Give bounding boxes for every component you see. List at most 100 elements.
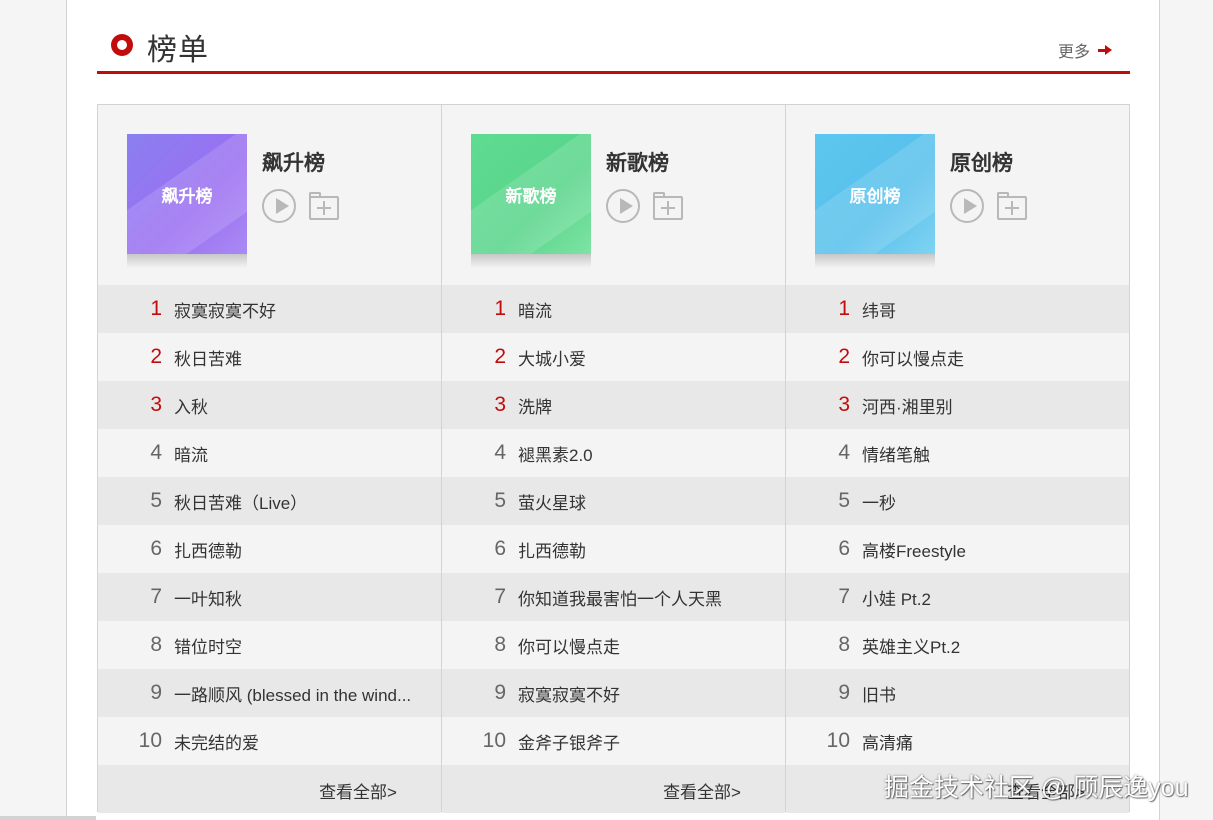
list-item[interactable]: 4 褪黑素2.0 [442,429,785,477]
song-title[interactable]: 你可以慢点走 [862,345,964,370]
rank-number: 2 [838,345,850,368]
board-title[interactable]: 原创榜 [950,147,1013,177]
list-item[interactable]: 7 一叶知秋 [98,573,441,621]
song-title[interactable]: 高楼Freestyle [862,537,966,562]
board-cover[interactable]: 飙升榜 [127,134,247,254]
rank-number: 7 [150,585,162,608]
list-item[interactable]: 7 你知道我最害怕一个人天黑 [442,573,785,621]
play-icon[interactable] [262,189,296,223]
song-title[interactable]: 洗牌 [518,393,552,418]
cover-shadow [815,254,935,268]
song-title[interactable]: 错位时空 [174,633,242,658]
rank-number: 9 [150,681,162,704]
song-title[interactable]: 一叶知秋 [174,585,242,610]
list-item[interactable]: 4 情绪笔触 [786,429,1129,477]
rank-number: 5 [494,489,506,512]
song-title[interactable]: 旧书 [862,681,896,706]
song-title[interactable]: 你可以慢点走 [518,633,620,658]
song-list: 1 暗流 2 大城小爱 3 洗牌 4 褪黑素2.0 5 萤火星球 6 扎西德勒 7 你知道我最… [442,285,785,765]
song-title[interactable]: 英雄主义Pt.2 [862,633,960,658]
song-title[interactable]: 大城小爱 [518,345,586,370]
list-item[interactable]: 8 错位时空 [98,621,441,669]
add-to-playlist-icon[interactable] [653,191,685,223]
board-title[interactable]: 新歌榜 [606,147,669,177]
song-title[interactable]: 萤火星球 [518,489,586,514]
song-title[interactable]: 纬哥 [862,297,896,322]
play-icon[interactable] [606,189,640,223]
list-item[interactable]: 7 小娃 Pt.2 [786,573,1129,621]
list-item[interactable]: 2 秋日苦难 [98,333,441,381]
cover-label: 飙升榜 [161,186,213,206]
list-item[interactable]: 10 金斧子银斧子 [442,717,785,765]
list-item[interactable]: 6 扎西德勒 [442,525,785,573]
song-title[interactable]: 情绪笔触 [862,441,930,466]
song-title[interactable]: 金斧子银斧子 [518,729,620,754]
list-item[interactable]: 3 河西·湘里别 [786,381,1129,429]
rank-number: 9 [838,681,850,704]
song-title[interactable]: 你知道我最害怕一个人天黑 [518,585,722,610]
list-item[interactable]: 9 旧书 [786,669,1129,717]
view-all-link[interactable]: 查看全部> [663,778,741,803]
song-list: 1 寂寞寂寞不好 2 秋日苦难 3 入秋 4 暗流 5 秋日苦难（Live） 6 扎西德勒 … [98,285,441,765]
list-item[interactable]: 5 一秒 [786,477,1129,525]
song-title[interactable]: 扎西德勒 [174,537,242,562]
song-title[interactable]: 暗流 [518,297,552,322]
list-item[interactable]: 9 一路顺风 (blessed in the wind... [98,669,441,717]
rank-number: 2 [494,345,506,368]
song-title[interactable]: 秋日苦难 [174,345,242,370]
view-all-bar: 查看全部> [442,765,785,813]
list-item[interactable]: 8 英雄主义Pt.2 [786,621,1129,669]
song-title[interactable]: 暗流 [174,441,208,466]
list-item[interactable]: 8 你可以慢点走 [442,621,785,669]
rank-number: 4 [150,441,162,464]
list-item[interactable]: 4 暗流 [98,429,441,477]
song-title[interactable]: 高清痛 [862,729,913,754]
cover-shadow [127,254,247,268]
rank-number: 6 [494,537,506,560]
song-title[interactable]: 小娃 Pt.2 [862,585,931,610]
list-item[interactable]: 6 扎西德勒 [98,525,441,573]
list-item[interactable]: 1 暗流 [442,285,785,333]
list-item[interactable]: 3 入秋 [98,381,441,429]
arrow-right-icon [1098,45,1112,55]
add-to-playlist-icon[interactable] [309,191,341,223]
list-item[interactable]: 6 高楼Freestyle [786,525,1129,573]
rank-number: 6 [150,537,162,560]
song-title[interactable]: 一路顺风 (blessed in the wind... [174,681,411,706]
list-item[interactable]: 10 高清痛 [786,717,1129,765]
board-title[interactable]: 飙升榜 [262,147,325,177]
board-cover[interactable]: 原创榜 [815,134,935,254]
scrollbar-track [0,816,96,820]
list-item[interactable]: 9 寂寞寂寞不好 [442,669,785,717]
board-soaring: 飙升榜 飙升榜 1 寂寞寂寞不好 2 秋日苦难 3 入秋 4 暗流 5 秋日苦难（Live… [98,105,442,813]
board-cover[interactable]: 新歌榜 [471,134,591,254]
more-link[interactable]: 更多 [1058,38,1112,62]
song-title[interactable]: 秋日苦难（Live） [174,489,307,514]
song-title[interactable]: 褪黑素2.0 [518,441,593,466]
list-item[interactable]: 1 寂寞寂寞不好 [98,285,441,333]
song-title[interactable]: 河西·湘里别 [862,393,953,418]
cover-shadow [471,254,591,268]
list-item[interactable]: 5 秋日苦难（Live） [98,477,441,525]
list-item[interactable]: 5 萤火星球 [442,477,785,525]
song-title[interactable]: 入秋 [174,393,208,418]
more-label: 更多 [1057,44,1090,61]
rank-number: 1 [838,297,850,320]
song-title[interactable]: 一秒 [862,489,896,514]
song-title[interactable]: 寂寞寂寞不好 [518,681,620,706]
list-item[interactable]: 3 洗牌 [442,381,785,429]
song-title[interactable]: 寂寞寂寞不好 [174,297,276,322]
play-icon[interactable] [950,189,984,223]
rank-number: 8 [838,633,850,656]
list-item[interactable]: 10 未完结的爱 [98,717,441,765]
rank-number: 4 [838,441,850,464]
list-item[interactable]: 2 你可以慢点走 [786,333,1129,381]
rank-number: 3 [150,393,162,416]
view-all-link[interactable]: 查看全部> [319,778,397,803]
song-title[interactable]: 未完结的爱 [174,729,259,754]
add-to-playlist-icon[interactable] [997,191,1029,223]
list-item[interactable]: 1 纬哥 [786,285,1129,333]
board-header: 飙升榜 飙升榜 [98,105,441,285]
list-item[interactable]: 2 大城小爱 [442,333,785,381]
song-title[interactable]: 扎西德勒 [518,537,586,562]
